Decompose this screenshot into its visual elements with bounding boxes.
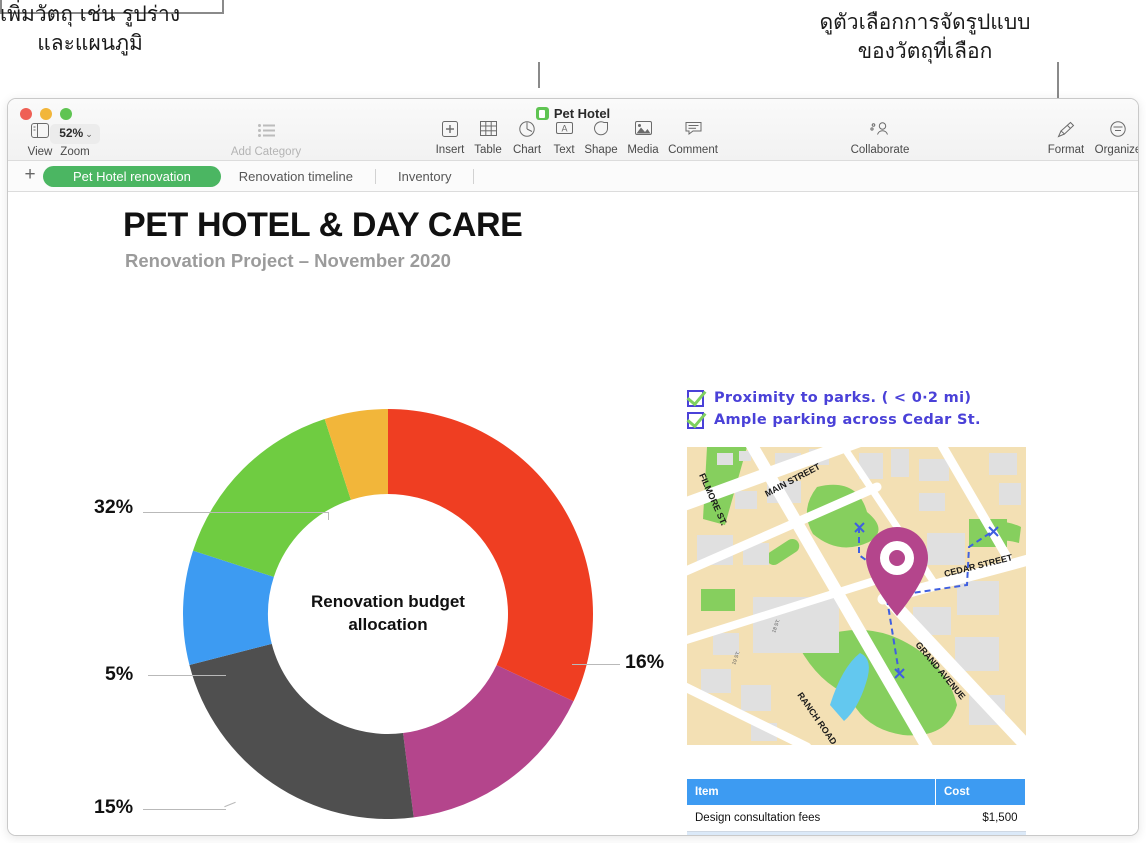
toolbar-comment-label: Comment: [668, 144, 718, 156]
callout-right: ดูตัวเลือกการจัดรูปแบบ ของวัตถุที่เลือก: [760, 8, 1090, 66]
sheet-canvas[interactable]: PET HOTEL & DAY CARE Renovation Project …: [8, 192, 1138, 835]
cost-table: Item Cost Design consultation fees $1,50…: [687, 779, 1026, 835]
svg-text:A: A: [561, 124, 567, 134]
donut-segment[interactable]: [388, 409, 593, 702]
sheet-tab-pet-hotel-renovation[interactable]: Pet Hotel renovation: [43, 165, 221, 187]
tab-divider: [473, 168, 475, 184]
pct-label-plumbing: 5%: [105, 663, 134, 685]
collaborate-icon: [847, 121, 913, 143]
table-cell-cost: $2,650: [935, 831, 1026, 835]
callout-left-stem: [538, 62, 540, 88]
table-header-item: Item: [687, 779, 936, 805]
toolbar-collaborate-label: Collaborate: [850, 144, 910, 156]
add-sheet-button[interactable]: +: [17, 165, 43, 187]
callout-left-line1: เพิ่มวัตถุ เช่น รูปร่าง: [0, 2, 181, 26]
table-row[interactable]: Flooring $2,650: [687, 831, 1026, 835]
toolbar-add-category-label: Add Category: [230, 146, 302, 158]
donut-center-line2: allocation: [348, 615, 428, 634]
leader-line: [143, 809, 226, 810]
table-header-cost: Cost: [935, 779, 1026, 805]
callout-right-line2: ของวัตถุที่เลือก: [857, 38, 993, 63]
donut-center-label: Renovation budget allocation: [178, 591, 598, 637]
callout-right-line1: ดูตัวเลือกการจัดรูปแบบ: [819, 10, 1031, 34]
toolbar: Pet Hotel View 52% ⌄ Zoom Add Category In…: [8, 99, 1138, 161]
table-cell-item: Design consultation fees: [687, 805, 936, 832]
checkbox-checked-icon[interactable]: [687, 412, 704, 429]
location-map-image[interactable]: FILMORE ST. MAIN STREET CEDAR STREET RAN…: [687, 447, 1026, 745]
table-row[interactable]: Design consultation fees $1,500: [687, 805, 1026, 832]
callout-left: เพิ่มวัตถุ เช่น รูปร่าง และแผนภูมิ: [0, 0, 180, 58]
numbers-app-icon: [535, 107, 549, 120]
document-title: Pet Hotel: [8, 106, 1138, 121]
document-title-text: Pet Hotel: [553, 106, 611, 121]
sheet-tab-bar: + Pet Hotel renovation Renovation timeli…: [8, 161, 1138, 192]
leader-line: [143, 512, 328, 513]
tab-divider: [374, 168, 376, 184]
toolbar-zoom-control[interactable]: 52% ⌄ Zoom: [44, 123, 106, 158]
callout-left-line2: และแผนภูมิ: [37, 30, 143, 55]
checklist-item-label: Ample parking across Cedar St.: [714, 412, 981, 428]
leader-line: [328, 512, 329, 520]
toolbar-zoom-label: Zoom: [60, 146, 90, 158]
pct-label-flooring: 15%: [94, 796, 134, 818]
sheet-tab-renovation-timeline[interactable]: Renovation timeline: [221, 166, 371, 187]
handwritten-checklist: Proximity to parks. ( < 0·2 mi) Ample pa…: [687, 390, 1037, 434]
zoom-value-pill[interactable]: 52% ⌄: [44, 123, 106, 145]
donut-segment[interactable]: [189, 643, 414, 819]
map-svg: FILMORE ST. MAIN STREET CEDAR STREET RAN…: [687, 447, 1026, 745]
donut-chart[interactable]: Renovation budget allocation: [178, 404, 598, 824]
toolbar-organize-label: Organize: [1094, 144, 1139, 156]
category-list-icon: [202, 123, 330, 145]
pct-label-cabinetry: 32%: [94, 496, 134, 518]
checkbox-checked-icon[interactable]: [687, 390, 704, 407]
donut-segment[interactable]: [193, 419, 351, 577]
leader-line: [572, 664, 620, 665]
pct-label-fixtures: 16%: [625, 651, 665, 673]
sheet-title: PET HOTEL & DAY CARE: [123, 206, 523, 244]
checklist-item-label: Proximity to parks. ( < 0·2 mi): [714, 390, 972, 406]
leader-line: [148, 675, 226, 676]
sheet-subtitle: Renovation Project – November 2020: [125, 250, 451, 271]
comment-icon: [661, 121, 725, 143]
table-header-row: Item Cost: [687, 779, 1026, 805]
toolbar-add-category-button[interactable]: Add Category: [202, 123, 330, 158]
zoom-value: 52%: [59, 126, 84, 140]
organize-icon: [1086, 121, 1138, 143]
toolbar-organize-button[interactable]: Organize: [1086, 121, 1139, 156]
cost-table-card[interactable]: Item Cost Design consultation fees $1,50…: [687, 779, 1026, 835]
toolbar-comment-button[interactable]: Comment: [661, 121, 725, 156]
table-cell-cost: $1,500: [935, 805, 1026, 832]
table-cell-item: Flooring: [687, 831, 936, 835]
donut-center-line1: Renovation budget: [311, 592, 465, 612]
toolbar-collaborate-button[interactable]: Collaborate: [847, 121, 913, 156]
checklist-item[interactable]: Proximity to parks. ( < 0·2 mi): [687, 390, 1037, 407]
sheet-tab-inventory[interactable]: Inventory: [380, 166, 469, 187]
chevron-down-icon: ⌄: [85, 129, 93, 139]
numbers-app-window: Pet Hotel View 52% ⌄ Zoom Add Category In…: [7, 98, 1139, 836]
checklist-item[interactable]: Ample parking across Cedar St.: [687, 412, 1037, 429]
